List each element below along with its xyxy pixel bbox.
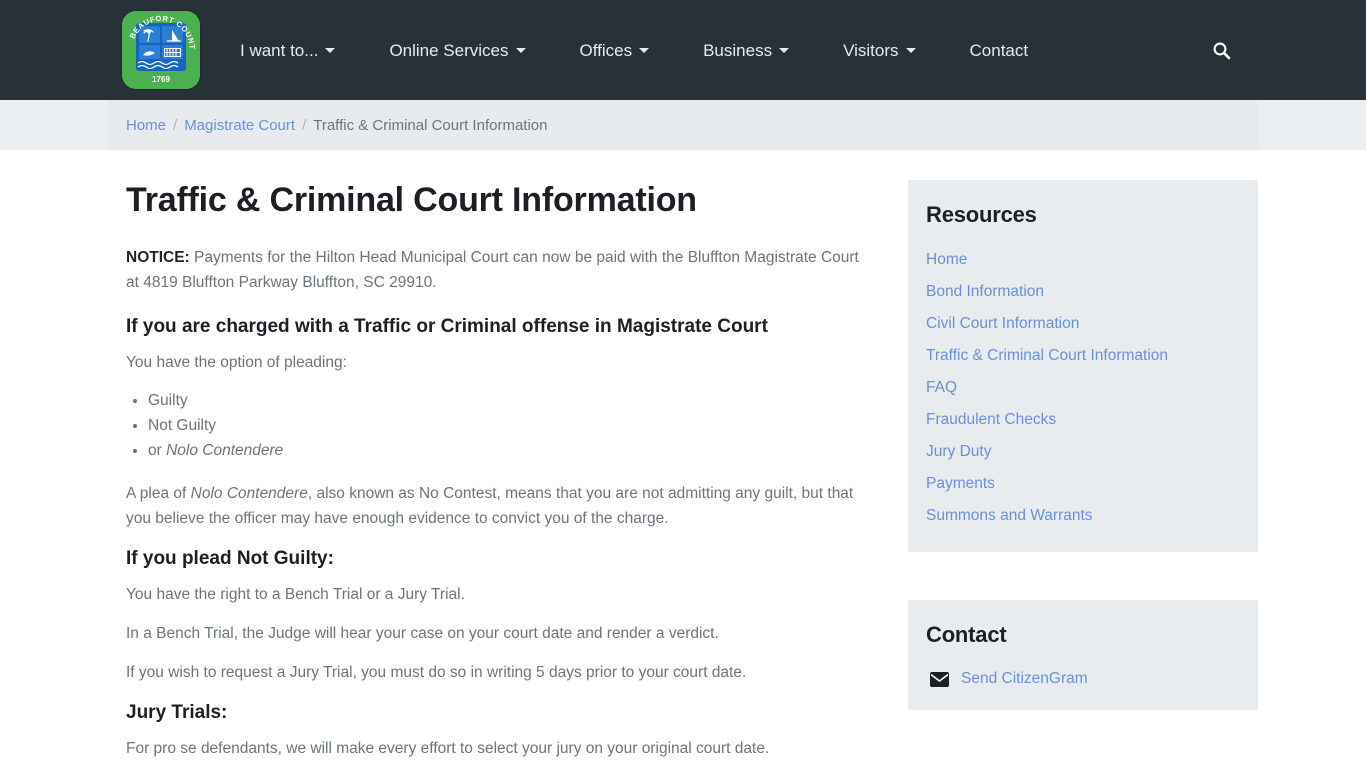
sidebar-item-civil-court-information[interactable]: Civil Court Information — [926, 308, 1240, 340]
send-citizengram-row[interactable]: Send CitizenGram — [926, 664, 1240, 690]
contact-title: Contact — [926, 622, 1007, 647]
pro-se-defendants-text: For pro se defendants, we will make ever… — [126, 739, 770, 757]
plea-option-label: Guilty — [148, 391, 188, 409]
nav-item-label: Business — [703, 40, 773, 60]
sidebar: Resources Home Bond Information Civil Co… — [908, 180, 1258, 710]
chevron-down-icon — [515, 47, 526, 53]
main-content: Traffic & Criminal Court Information NOT… — [108, 180, 860, 768]
breadcrumb: Home / Magistrate Court / Traffic & Crim… — [108, 100, 1258, 150]
notice-label: NOTICE: — [126, 248, 190, 266]
sidebar-item-bond-information[interactable]: Bond Information — [926, 276, 1240, 308]
bench-trial-text: In a Bench Trial, the Judge will hear yo… — [126, 624, 719, 642]
contact-card: Contact Send CitizenGram — [908, 600, 1258, 710]
breadcrumb-separator: / — [173, 116, 178, 134]
breadcrumb-band: Home / Magistrate Court / Traffic & Crim… — [0, 100, 1366, 150]
beaufort-county-sc-seal-logo[interactable]: BEAUFORT COUNTY SOUTH CAROLINA 1769 — [122, 11, 200, 89]
nolo-pre-text: A plea of — [126, 484, 191, 502]
main-navigation: I want to... Online Services Offices Bus… — [240, 32, 1258, 69]
notice-paragraph: NOTICE: Payments for the Hilton Head Mun… — [126, 245, 860, 295]
nav-item-offices[interactable]: Offices — [580, 32, 650, 69]
nav-item-visitors[interactable]: Visitors — [843, 32, 916, 69]
nav-item-business[interactable]: Business — [703, 32, 790, 69]
breadcrumb-item-home[interactable]: Home — [126, 117, 166, 134]
resources-title: Resources — [926, 202, 1037, 227]
plea-option-latin-term: Nolo Contendere — [166, 441, 284, 459]
jury-request-text: If you wish to request a Jury Trial, you… — [126, 663, 747, 681]
notice-text: Payments for the Hilton Head Municipal C… — [126, 248, 859, 291]
chevron-down-icon — [639, 47, 650, 53]
heading-charged-with-offense: If you are charged with a Traffic or Cri… — [126, 316, 768, 338]
list-item: or Nolo Contendere — [148, 439, 860, 463]
right-to-trial-text: You have the right to a Bench Trial or a… — [126, 585, 465, 603]
breadcrumb-item-magistrate-court[interactable]: Magistrate Court — [184, 117, 295, 134]
seal-year: 1769 — [152, 75, 170, 84]
nolo-contendere-explanation: A plea of Nolo Contendere, also known as… — [126, 481, 860, 531]
breadcrumb-item-current: Traffic & Criminal Court Information — [313, 116, 548, 134]
site-header: BEAUFORT COUNTY SOUTH CAROLINA 1769 I wa… — [0, 0, 1366, 100]
nav-item-i-want-to[interactable]: I want to... — [240, 32, 336, 69]
list-item: Not Guilty — [148, 414, 860, 438]
page-container: Traffic & Criminal Court Information NOT… — [108, 150, 1258, 768]
pleading-intro: You have the option of pleading: — [126, 353, 347, 371]
plea-option-label: or — [148, 441, 167, 459]
sidebar-item-home[interactable]: Home — [926, 244, 1240, 276]
chevron-down-icon — [325, 47, 336, 53]
nav-item-label: Offices — [579, 40, 633, 60]
header-inner: BEAUFORT COUNTY SOUTH CAROLINA 1769 I wa… — [108, 0, 1258, 100]
breadcrumb-separator: / — [302, 116, 307, 134]
plea-option-label: Not Guilty — [148, 416, 217, 434]
nav-item-online-services[interactable]: Online Services — [389, 32, 526, 69]
nav-item-label: I want to... — [240, 40, 319, 60]
sidebar-item-payments[interactable]: Payments — [926, 468, 1240, 500]
envelope-icon — [930, 671, 949, 687]
chevron-down-icon — [905, 47, 916, 53]
chevron-down-icon — [779, 47, 790, 53]
send-citizengram-link[interactable]: Send CitizenGram — [961, 670, 1088, 688]
nav-item-label: Online Services — [389, 40, 509, 60]
heading-jury-trials: Jury Trials: — [126, 702, 228, 724]
plea-options-list: Guilty Not Guilty or Nolo Contendere — [148, 389, 860, 463]
search-icon[interactable] — [1206, 35, 1236, 65]
nav-item-label: Contact — [969, 40, 1029, 60]
sidebar-item-jury-duty[interactable]: Jury Duty — [926, 436, 1240, 468]
nolo-latin-term: Nolo Contendere — [190, 484, 308, 502]
page-title: Traffic & Criminal Court Information — [126, 181, 697, 219]
sidebar-item-faq[interactable]: FAQ — [926, 372, 1240, 404]
nav-item-label: Visitors — [843, 40, 899, 60]
resources-card: Resources Home Bond Information Civil Co… — [908, 180, 1258, 552]
nav-item-contact[interactable]: Contact — [970, 32, 1029, 69]
sidebar-item-traffic-criminal-court-information[interactable]: Traffic & Criminal Court Information — [926, 340, 1240, 372]
sidebar-item-fraudulent-checks[interactable]: Fraudulent Checks — [926, 404, 1240, 436]
heading-plead-not-guilty: If you plead Not Guilty: — [126, 548, 334, 570]
sidebar-item-summons-and-warrants[interactable]: Summons and Warrants — [926, 500, 1240, 532]
list-item: Guilty — [148, 389, 860, 413]
